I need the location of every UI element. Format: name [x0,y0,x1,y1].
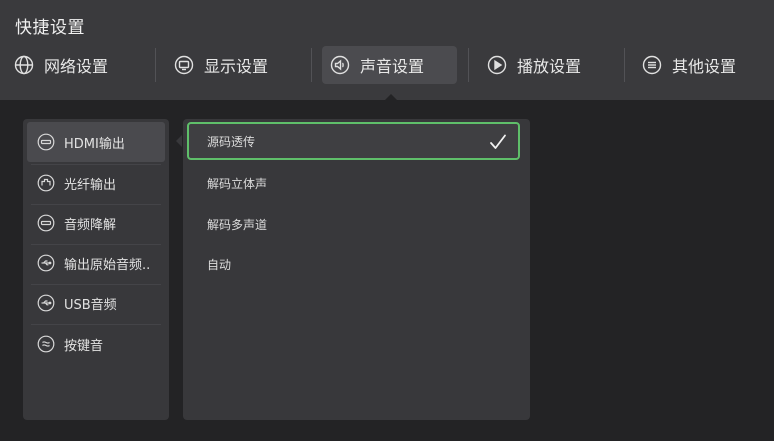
option-passthrough[interactable]: 源码透传 [187,122,520,160]
options-panel: 源码透传 解码立体声 解码多声道 自动 [183,119,530,420]
sidebar-item-optical-output[interactable]: 光纤输出 [27,163,165,203]
sidebar: HDMI输出 光纤输出 音频降解 输出原始音频.. USB音频 按键音 [23,119,169,420]
option-label: 源码透传 [207,134,256,149]
option-auto[interactable]: 自动 [187,245,520,283]
checkmark-icon [488,132,508,152]
tab-label: 声音设置 [360,57,425,76]
sidebar-item-key-tone[interactable]: 按键音 [27,324,165,364]
tab-divider [311,48,312,82]
option-label: 解码多声道 [207,217,268,232]
tab-label: 其他设置 [672,57,737,76]
hdmi-icon [37,133,55,151]
header: 快捷设置 网络设置 显示设置 声音设置 播放设置 其他设置 [0,0,774,101]
sidebar-item-label: HDMI输出 [64,136,125,152]
sidebar-item-label: 输出原始音频.. [64,257,151,273]
hdmi-icon [37,214,55,232]
tab-other[interactable]: 其他设置 [642,46,736,84]
selection-pointer [176,135,182,147]
tab-label: 播放设置 [517,57,582,76]
optical-icon [37,174,55,192]
active-tab-pointer [384,94,398,101]
sidebar-item-label: 音频降解 [64,217,117,233]
monitor-icon [174,55,194,75]
play-icon [487,55,507,75]
tab-network[interactable]: 网络设置 [14,46,108,84]
globe-icon [14,55,34,75]
tab-label: 网络设置 [44,57,109,76]
sidebar-item-label: USB音频 [64,297,117,313]
menu-icon [642,55,662,75]
usb-icon [37,254,55,272]
speaker-icon [330,55,350,75]
tab-divider [624,48,625,82]
sidebar-item-raw-audio-output[interactable]: 输出原始音频.. [27,243,165,283]
option-decode-multichannel[interactable]: 解码多声道 [187,205,520,243]
tab-divider [468,48,469,82]
tab-label: 显示设置 [204,57,269,76]
option-decode-stereo[interactable]: 解码立体声 [187,164,520,202]
tab-divider [155,48,156,82]
waves-icon [37,335,55,353]
page-title: 快捷设置 [15,18,85,38]
sidebar-item-hdmi-output[interactable]: HDMI输出 [27,122,165,162]
usb-icon [37,294,55,312]
sidebar-item-label: 光纤输出 [64,177,117,193]
sidebar-item-usb-audio[interactable]: USB音频 [27,283,165,323]
tab-playback[interactable]: 播放设置 [487,46,581,84]
option-label: 自动 [207,257,232,272]
tab-sound[interactable]: 声音设置 [322,46,457,84]
sidebar-item-audio-downmix[interactable]: 音频降解 [27,203,165,243]
tab-bar: 网络设置 显示设置 声音设置 播放设置 其他设置 [0,46,774,84]
sidebar-item-label: 按键音 [64,338,104,354]
tab-display[interactable]: 显示设置 [174,46,268,84]
option-label: 解码立体声 [207,176,268,191]
